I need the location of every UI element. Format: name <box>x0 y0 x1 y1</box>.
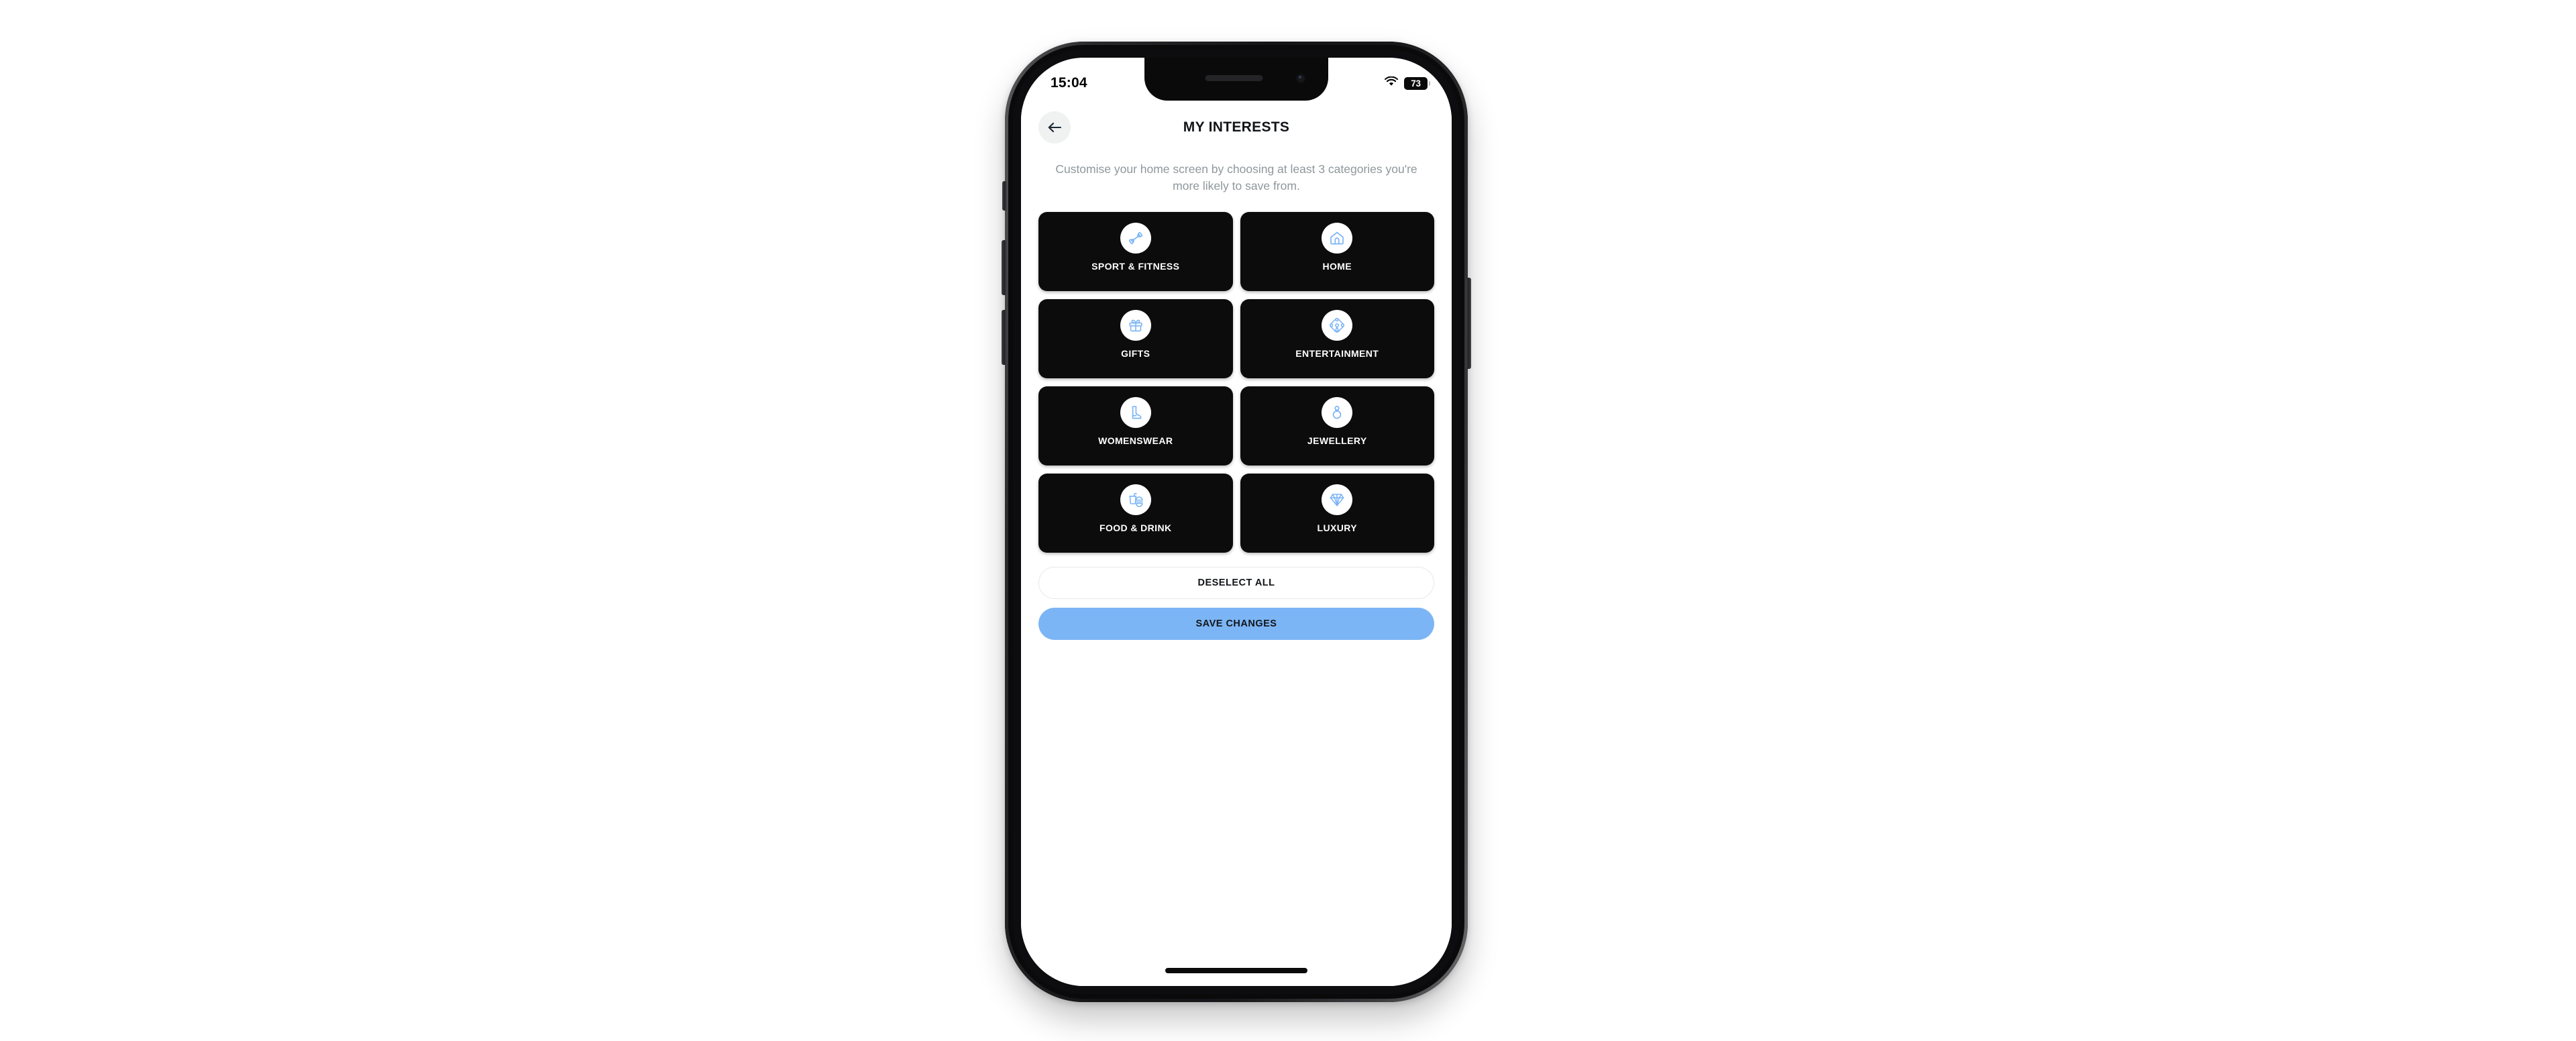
arrow-left-icon <box>1047 121 1062 133</box>
category-icon-badge <box>1120 222 1151 254</box>
dumbbell-icon <box>1127 229 1144 247</box>
volume-up-button[interactable] <box>1002 240 1007 295</box>
save-changes-button[interactable]: SAVE CHANGES <box>1038 607 1434 640</box>
category-card-entertainment[interactable]: ENTERTAINMENT <box>1240 298 1434 378</box>
earpiece-speaker <box>1205 75 1263 81</box>
food-drink-icon <box>1127 491 1144 508</box>
category-label: JEWELLERY <box>1307 435 1367 446</box>
ring-icon <box>1328 404 1346 421</box>
category-icon-badge <box>1322 309 1353 341</box>
category-grid: SPORT & FITNESS HOME GIFTS ENTERTAINMENT… <box>1038 211 1434 553</box>
app-content: MY INTERESTS Customise your home screen … <box>1021 58 1452 986</box>
notch <box>1144 58 1328 101</box>
category-label: GIFTS <box>1121 347 1150 359</box>
category-icon-badge <box>1120 396 1151 428</box>
home-indicator[interactable] <box>1165 968 1307 973</box>
category-icon-badge <box>1322 222 1353 254</box>
house-icon <box>1328 229 1346 247</box>
category-label: HOME <box>1322 260 1352 272</box>
category-card-jewellery[interactable]: JEWELLERY <box>1240 386 1434 465</box>
phone-screen: 15:04 73 MY INTERESTS Customise your hom… <box>1021 58 1452 986</box>
battery-level: 73 <box>1411 78 1421 89</box>
volume-down-button[interactable] <box>1002 310 1007 365</box>
wifi-icon <box>1385 76 1398 90</box>
category-label: WOMENSWEAR <box>1098 435 1173 446</box>
category-icon-badge <box>1120 484 1151 515</box>
page-title: MY INTERESTS <box>1183 119 1290 135</box>
action-buttons: DESELECT ALL SAVE CHANGES <box>1038 566 1434 640</box>
navbar: MY INTERESTS <box>1021 109 1452 146</box>
category-card-sport-fitness[interactable]: SPORT & FITNESS <box>1038 211 1233 291</box>
back-button[interactable] <box>1038 111 1071 144</box>
status-indicators: 73 <box>1385 76 1430 90</box>
status-time: 15:04 <box>1051 75 1087 91</box>
category-card-gifts[interactable]: GIFTS <box>1038 298 1233 378</box>
category-icon-badge <box>1120 309 1151 341</box>
category-label: LUXURY <box>1317 522 1357 533</box>
category-icon-badge <box>1322 396 1353 428</box>
ferris-wheel-icon <box>1328 317 1346 334</box>
deselect-all-button[interactable]: DESELECT ALL <box>1038 566 1434 599</box>
description-text: Customise your home screen by choosing a… <box>1055 162 1417 193</box>
category-card-luxury[interactable]: LUXURY <box>1240 473 1434 553</box>
power-button[interactable] <box>1466 278 1471 369</box>
category-label: SPORT & FITNESS <box>1091 260 1180 272</box>
phone-device: 15:04 73 MY INTERESTS Customise your hom… <box>1002 42 1471 1002</box>
category-icon-badge <box>1322 484 1353 515</box>
diamond-icon <box>1328 491 1346 508</box>
category-card-home[interactable]: HOME <box>1240 211 1434 291</box>
battery-icon: 73 <box>1404 76 1430 90</box>
category-card-food-drink[interactable]: FOOD & DRINK <box>1038 473 1233 553</box>
gift-icon <box>1127 317 1144 334</box>
category-label: ENTERTAINMENT <box>1295 347 1379 359</box>
screenshot-canvas: 15:04 73 MY INTERESTS Customise your hom… <box>0 0 2576 1041</box>
silence-switch[interactable] <box>1002 181 1007 211</box>
front-camera <box>1296 74 1305 83</box>
category-card-womenswear[interactable]: WOMENSWEAR <box>1038 386 1233 465</box>
boot-icon <box>1127 404 1144 421</box>
category-label: FOOD & DRINK <box>1099 522 1172 533</box>
